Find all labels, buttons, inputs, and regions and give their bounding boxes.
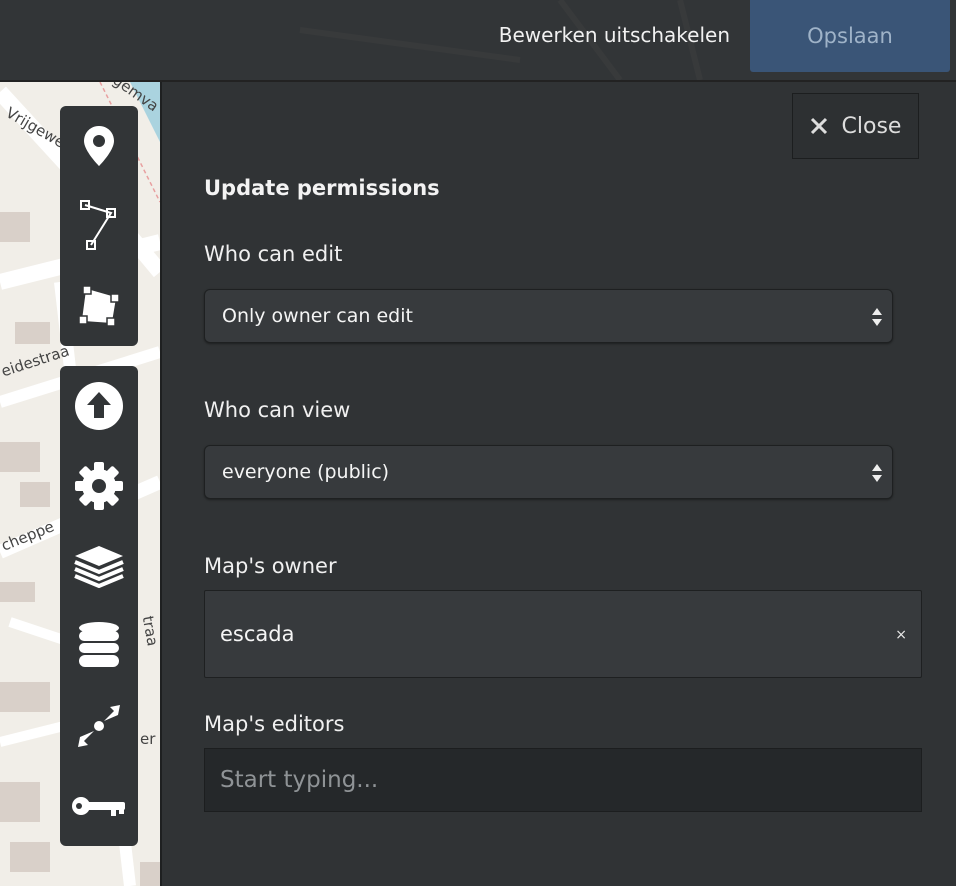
select-arrows-icon bbox=[872, 464, 882, 482]
manage-layers-button[interactable] bbox=[60, 530, 138, 602]
disable-editing-button[interactable]: Bewerken uitschakelen bbox=[499, 20, 730, 50]
panel-title: Update permissions bbox=[204, 176, 440, 200]
who-can-view-label: Who can view bbox=[204, 398, 351, 422]
polyline-icon bbox=[80, 200, 116, 250]
map-owner-field[interactable]: escada × bbox=[204, 590, 922, 678]
layers-icon bbox=[74, 546, 124, 588]
map-editors-label: Map's editors bbox=[204, 712, 345, 736]
draw-polyline-button[interactable] bbox=[60, 190, 138, 262]
who-can-edit-label: Who can edit bbox=[204, 242, 343, 266]
map-settings-button[interactable] bbox=[60, 450, 138, 522]
polygon-icon bbox=[78, 285, 120, 327]
close-button[interactable]: Close bbox=[792, 93, 919, 159]
upload-icon bbox=[75, 382, 123, 430]
center-map-button[interactable] bbox=[60, 690, 138, 762]
who-can-view-value: everyone (public) bbox=[222, 461, 390, 483]
database-icon bbox=[79, 622, 119, 667]
permissions-button[interactable] bbox=[60, 770, 138, 842]
gear-icon bbox=[75, 462, 123, 510]
draw-marker-button[interactable] bbox=[60, 110, 138, 182]
draw-toolbar bbox=[60, 106, 138, 346]
key-icon bbox=[72, 797, 125, 816]
draw-polygon-button[interactable] bbox=[60, 270, 138, 342]
permissions-panel: Close Update permissions Who can edit On… bbox=[160, 82, 956, 886]
street-label: er bbox=[140, 730, 156, 748]
map-owner-value: escada bbox=[220, 622, 295, 646]
center-map-icon bbox=[78, 705, 120, 747]
map-editors-input[interactable] bbox=[204, 748, 922, 812]
select-arrows-icon bbox=[872, 308, 882, 326]
top-bar: Bewerken uitschakelen Opslaan bbox=[0, 0, 956, 82]
manage-datalayers-button[interactable] bbox=[60, 610, 138, 682]
marker-icon bbox=[84, 126, 114, 166]
close-label: Close bbox=[841, 113, 902, 139]
who-can-edit-select[interactable]: Only owner can edit bbox=[204, 289, 893, 343]
map-owner-label: Map's owner bbox=[204, 554, 337, 578]
remove-owner-button[interactable]: × bbox=[895, 627, 907, 643]
who-can-view-select[interactable]: everyone (public) bbox=[204, 445, 893, 499]
save-button[interactable]: Opslaan bbox=[750, 0, 950, 72]
import-data-button[interactable] bbox=[60, 370, 138, 442]
close-icon bbox=[810, 117, 827, 135]
who-can-edit-value: Only owner can edit bbox=[222, 305, 413, 327]
settings-toolbar bbox=[60, 366, 138, 846]
